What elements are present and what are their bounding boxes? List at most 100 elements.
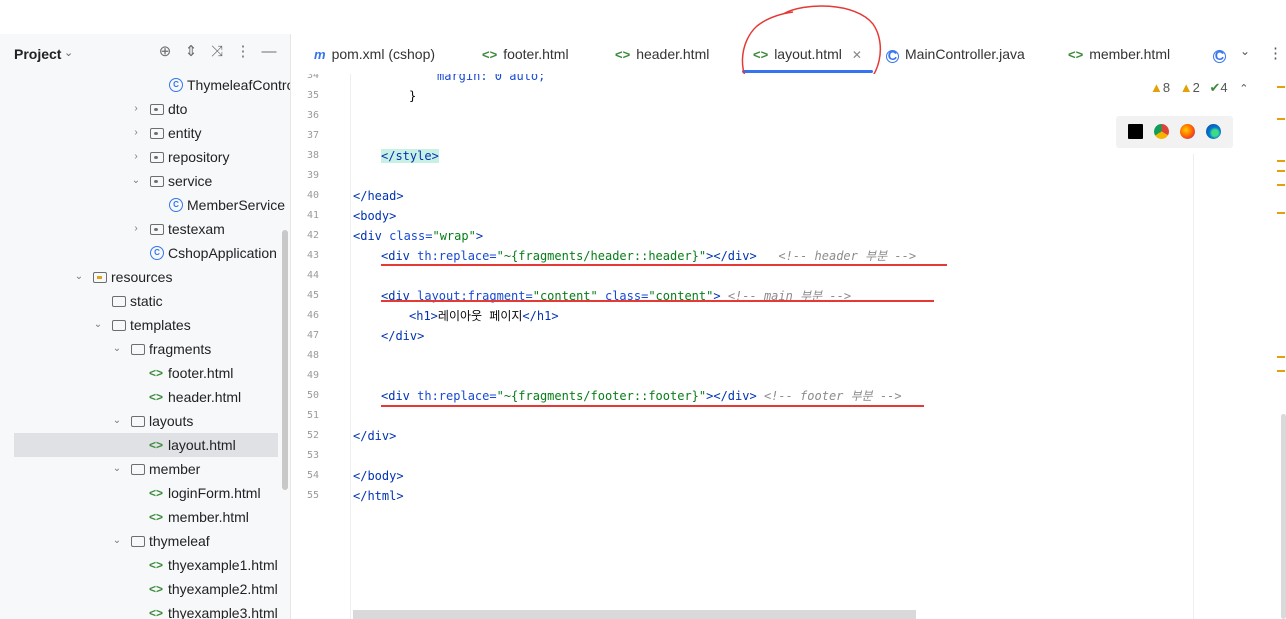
tab-footer-html[interactable]: <> footer.html — [482, 34, 569, 74]
tree-item[interactable]: ⌄ layouts — [0, 409, 290, 433]
chevron-down-icon[interactable]: ⌄ — [1240, 44, 1250, 58]
resources-folder-icon — [93, 272, 107, 283]
intellij-browser-icon[interactable] — [1128, 124, 1143, 139]
edge-icon[interactable] — [1206, 124, 1221, 139]
chevron-down-icon[interactable]: ⌄ — [73, 265, 85, 289]
code-editor[interactable]: 34 35 36 37 38 39 40 41 42 43 44 45 46 4… — [291, 74, 1286, 619]
tab-label: member.html — [1089, 46, 1171, 62]
ok-count: 4 — [1220, 80, 1228, 95]
warning-marker[interactable] — [1277, 356, 1285, 358]
options-icon[interactable]: ⋮ — [234, 43, 252, 61]
spring-class-icon: C — [150, 246, 164, 260]
weak-warning-icon: ▲ — [1179, 80, 1193, 95]
warning-marker[interactable] — [1277, 212, 1285, 214]
tree-item[interactable]: ⌄ member — [0, 457, 290, 481]
code-attr: class= — [389, 229, 433, 243]
firefox-icon[interactable] — [1180, 124, 1195, 139]
project-panel-title[interactable]: Project — [14, 46, 61, 62]
warning-marker[interactable] — [1277, 170, 1285, 172]
tree-item-label: member — [149, 461, 201, 477]
tree-item[interactable]: ⌄ templates — [0, 313, 290, 337]
chevron-right-icon[interactable]: › — [130, 97, 142, 121]
warning-marker[interactable] — [1277, 184, 1285, 186]
chevron-down-icon[interactable]: ⌄ — [111, 529, 123, 553]
tree-item[interactable]: static — [0, 289, 290, 313]
tree-item[interactable]: › repository — [0, 145, 290, 169]
chevron-down-icon[interactable]: ⌄ — [111, 409, 123, 433]
tree-item[interactable]: ⌄ thymeleaf — [0, 529, 290, 553]
tab-label: layout.html — [774, 46, 842, 62]
tree-item[interactable]: ⌄ service — [0, 169, 290, 193]
warning-marker[interactable] — [1277, 160, 1285, 162]
chrome-icon[interactable] — [1154, 124, 1169, 139]
tree-item[interactable]: <> member.html — [0, 505, 290, 529]
code-tag: </html> — [353, 489, 404, 503]
tree-item-label: thymeleaf — [149, 533, 210, 549]
chevron-up-icon[interactable]: ⌃ — [1239, 83, 1248, 95]
code-tag: <div — [353, 229, 390, 243]
line-number: 38 — [306, 150, 319, 161]
chevron-right-icon[interactable]: › — [130, 121, 142, 145]
chevron-down-icon[interactable]: ⌄ — [130, 169, 142, 193]
project-panel-header: Project ⌄ ⊕ ⇕ ⤨ ⋮ — — [0, 34, 290, 74]
tree-item[interactable]: <> loginForm.html — [0, 481, 290, 505]
tree-item[interactable]: <> thyexample2.html — [0, 577, 290, 601]
tree-item[interactable]: <> header.html — [0, 385, 290, 409]
line-number: 45 — [306, 290, 319, 301]
html-icon: <> — [753, 47, 769, 62]
tree-item[interactable]: › entity — [0, 121, 290, 145]
code-tag: <div — [381, 249, 418, 263]
tree-item[interactable]: C MemberService — [0, 193, 290, 217]
tree-item[interactable]: <> thyexample3.html — [0, 601, 290, 619]
tree-item[interactable]: ⌄ fragments — [0, 337, 290, 361]
tree-item[interactable]: <> footer.html — [0, 361, 290, 385]
line-number: 52 — [306, 430, 319, 441]
inspection-widget[interactable]: ▲8 ▲2 ✔4 ⌃ — [1150, 80, 1248, 96]
warning-marker[interactable] — [1277, 370, 1285, 372]
tree-item-selected[interactable]: <> layout.html — [14, 433, 278, 457]
chevron-right-icon[interactable]: › — [130, 145, 142, 169]
chevron-down-icon[interactable]: ⌄ — [92, 313, 104, 337]
ide-window: Project ⌄ ⊕ ⇕ ⤨ ⋮ — C ThymeleafContro › … — [0, 0, 1286, 619]
tree-item[interactable]: C ThymeleafContro — [0, 73, 290, 97]
code-tag: <h1> — [409, 309, 438, 323]
hide-icon[interactable]: — — [260, 43, 278, 61]
editor-horizontal-scrollbar[interactable] — [353, 610, 916, 619]
html-icon: <> — [149, 486, 164, 500]
html-icon: <> — [149, 606, 164, 619]
tab-pom-xml[interactable]: m pom.xml (cshop) — [314, 34, 435, 74]
chevron-down-icon[interactable]: ⌄ — [111, 457, 123, 481]
html-icon: <> — [149, 390, 164, 404]
close-icon[interactable]: ✕ — [852, 48, 862, 62]
line-number: 54 — [306, 470, 319, 481]
tree-item-label: static — [130, 293, 163, 309]
warning-marker[interactable] — [1277, 86, 1285, 88]
tab-overflow[interactable]: C — [1213, 34, 1232, 74]
editor-vertical-scrollbar[interactable] — [1281, 414, 1286, 619]
code-line: </html> — [353, 486, 404, 506]
chevron-down-icon[interactable]: ⌄ — [111, 337, 123, 361]
html-icon: <> — [149, 558, 164, 572]
tab-header-html[interactable]: <> header.html — [615, 34, 709, 74]
tree-item[interactable]: › dto — [0, 97, 290, 121]
collapse-all-icon[interactable]: ⤨ — [208, 43, 226, 61]
code-attr: th:replace= — [417, 249, 497, 263]
chevron-right-icon[interactable]: › — [130, 217, 142, 241]
warning-marker[interactable] — [1277, 118, 1285, 120]
tab-member-html[interactable]: <> member.html — [1068, 34, 1170, 74]
tree-item[interactable]: <> thyexample1.html — [0, 553, 290, 577]
more-icon[interactable]: ⋮ — [1268, 44, 1283, 62]
tree-item[interactable]: › testexam — [0, 217, 290, 241]
tree-item[interactable]: C CshopApplication — [0, 241, 290, 265]
tab-layout-html[interactable]: <> layout.html ✕ — [753, 34, 862, 74]
locate-icon[interactable]: ⊕ — [156, 43, 174, 61]
expand-all-icon[interactable]: ⇕ — [182, 43, 200, 61]
sidebar-scrollbar[interactable] — [282, 230, 288, 490]
annotation-underline — [381, 300, 934, 302]
tree-item[interactable]: ⌄ resources — [0, 265, 290, 289]
code-text: margin: 0 auto; — [437, 74, 546, 83]
tree-item-label: dto — [168, 101, 188, 117]
warning-icon: ▲ — [1150, 80, 1163, 95]
tab-maincontroller-java[interactable]: C MainController.java — [886, 34, 1025, 74]
chevron-down-icon[interactable]: ⌄ — [64, 46, 73, 59]
